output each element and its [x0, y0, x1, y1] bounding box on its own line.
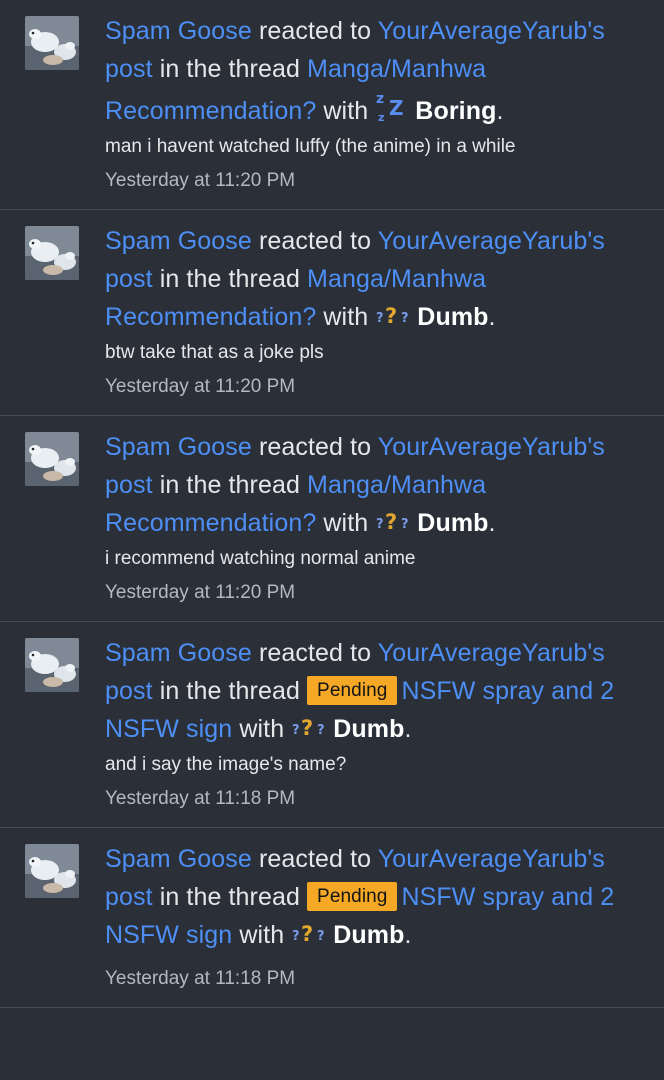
- with-text: with: [323, 97, 369, 125]
- reaction-name: Boring: [415, 97, 497, 125]
- alert-item[interactable]: Spam Goose reacted to YourAverageYarub's…: [0, 416, 664, 622]
- avatar[interactable]: [25, 638, 79, 692]
- pending-badge: Pending: [307, 676, 398, 705]
- svg-text:?: ?: [317, 929, 325, 944]
- poster-link[interactable]: YourAverageYarub's: [378, 17, 605, 45]
- alert-text: Spam Goose reacted to YourAverageYarub's…: [105, 428, 644, 545]
- reacted-to-text: reacted to: [258, 17, 372, 45]
- alert-item[interactable]: Spam Goose reacted to YourAverageYarub's…: [0, 622, 664, 828]
- reacted-to-text: reacted to: [258, 639, 372, 667]
- post-snippet: man i havent watched luffy (the anime) i…: [105, 136, 516, 157]
- svg-text:?: ?: [301, 922, 313, 946]
- reaction-name: Dumb: [417, 509, 489, 537]
- post-link[interactable]: post: [105, 265, 153, 293]
- alert-item[interactable]: Spam Goose reacted to YourAverageYarub's…: [0, 0, 664, 210]
- svg-text:Z: Z: [389, 96, 404, 120]
- with-text: with: [239, 921, 285, 949]
- timestamp: Yesterday at 11:20 PM: [105, 582, 296, 603]
- poster-link[interactable]: YourAverageYarub's: [378, 433, 605, 461]
- post-snippet: and i say the image's name?: [105, 754, 347, 775]
- timestamp: Yesterday at 11:20 PM: [105, 376, 296, 397]
- post-link[interactable]: post: [105, 677, 153, 705]
- svg-text:?: ?: [401, 311, 409, 326]
- username-link[interactable]: Spam Goose: [105, 17, 252, 45]
- username-link[interactable]: Spam Goose: [105, 433, 252, 461]
- timestamp: Yesterday at 11:18 PM: [105, 788, 296, 809]
- period-text: .: [404, 715, 412, 743]
- reacted-to-text: reacted to: [258, 433, 372, 461]
- svg-text:?: ?: [376, 517, 384, 532]
- period-text: .: [488, 303, 496, 331]
- post-snippet: i recommend watching normal anime: [105, 548, 416, 569]
- poster-link[interactable]: YourAverageYarub's: [378, 845, 605, 873]
- post-link[interactable]: post: [105, 55, 153, 83]
- timestamp: Yesterday at 11:20 PM: [105, 170, 296, 191]
- alert-text: Spam Goose reacted to YourAverageYarub's…: [105, 222, 644, 339]
- avatar[interactable]: [25, 226, 79, 280]
- post-link[interactable]: post: [105, 883, 153, 911]
- alert-text: Spam Goose reacted to YourAverageYarub's…: [105, 840, 644, 957]
- in-thread-text: in the thread: [159, 265, 300, 293]
- pending-badge: Pending: [307, 882, 398, 911]
- period-text: .: [404, 921, 412, 949]
- question-marks-icon: ? ? ?: [375, 507, 413, 545]
- svg-text:?: ?: [376, 311, 384, 326]
- alert-item[interactable]: Spam Goose reacted to YourAverageYarub's…: [0, 828, 664, 1008]
- period-text: .: [488, 509, 496, 537]
- svg-text:z: z: [378, 111, 385, 122]
- in-thread-text: in the thread: [159, 883, 300, 911]
- reacted-to-text: reacted to: [258, 227, 372, 255]
- alert-item[interactable]: Spam Goose reacted to YourAverageYarub's…: [0, 210, 664, 416]
- in-thread-text: in the thread: [159, 55, 300, 83]
- with-text: with: [323, 509, 369, 537]
- reaction-name: Dumb: [333, 715, 405, 743]
- zzz-icon: z Z z: [375, 88, 411, 133]
- svg-text:?: ?: [401, 517, 409, 532]
- avatar[interactable]: [25, 432, 79, 486]
- reaction-name: Dumb: [417, 303, 489, 331]
- svg-text:?: ?: [385, 510, 397, 534]
- question-marks-icon: ? ? ?: [291, 919, 329, 957]
- svg-text:z: z: [376, 91, 384, 107]
- post-link[interactable]: post: [105, 471, 153, 499]
- reacted-to-text: reacted to: [258, 845, 372, 873]
- username-link[interactable]: Spam Goose: [105, 227, 252, 255]
- avatar[interactable]: [25, 16, 79, 70]
- with-text: with: [323, 303, 369, 331]
- alert-text: Spam Goose reacted to YourAverageYarub's…: [105, 12, 644, 133]
- alert-text: Spam Goose reacted to YourAverageYarub's…: [105, 634, 644, 751]
- poster-link[interactable]: YourAverageYarub's: [378, 639, 605, 667]
- reaction-name: Dumb: [333, 921, 405, 949]
- timestamp: Yesterday at 11:18 PM: [105, 968, 296, 989]
- username-link[interactable]: Spam Goose: [105, 639, 252, 667]
- poster-link[interactable]: YourAverageYarub's: [378, 227, 605, 255]
- svg-text:?: ?: [292, 929, 300, 944]
- svg-text:?: ?: [301, 716, 313, 740]
- question-marks-icon: ? ? ?: [291, 713, 329, 751]
- in-thread-text: in the thread: [159, 677, 300, 705]
- avatar[interactable]: [25, 844, 79, 898]
- alerts-list: Spam Goose reacted to YourAverageYarub's…: [0, 0, 664, 1080]
- svg-text:?: ?: [385, 304, 397, 328]
- svg-text:?: ?: [292, 723, 300, 738]
- svg-text:?: ?: [317, 723, 325, 738]
- question-marks-icon: ? ? ?: [375, 301, 413, 339]
- post-snippet: btw take that as a joke pls: [105, 342, 324, 363]
- in-thread-text: in the thread: [159, 471, 300, 499]
- username-link[interactable]: Spam Goose: [105, 845, 252, 873]
- with-text: with: [239, 715, 285, 743]
- period-text: .: [496, 97, 504, 125]
